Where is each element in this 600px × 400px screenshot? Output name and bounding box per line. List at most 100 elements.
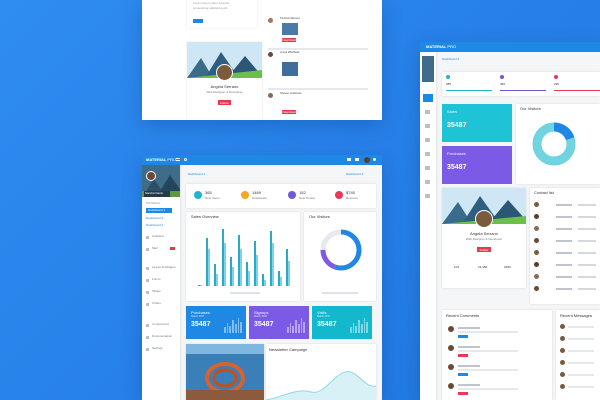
message-preview — [568, 326, 594, 328]
contact-detail — [578, 216, 596, 218]
menu-icon[interactable] — [176, 158, 180, 161]
message-action-button[interactable]: Download — [282, 110, 296, 114]
profile-stat: 2369 — [504, 265, 511, 269]
comment-author — [458, 327, 480, 329]
sidebar-item[interactable]: Charts — [146, 302, 161, 306]
contact-avatar — [534, 226, 539, 231]
contact-name — [556, 252, 572, 254]
profile-card: Lorem ipsum dolor sit amet consectetur a… — [187, 0, 257, 28]
contact-name — [556, 276, 572, 278]
purchases-card: Purchases 35487 — [442, 146, 512, 184]
comment-status-badge[interactable] — [458, 392, 468, 395]
profile-stat: 102 — [454, 265, 460, 269]
message-image — [282, 23, 298, 35]
stat-progress — [554, 90, 600, 91]
bell-icon[interactable] — [355, 158, 359, 161]
sales-bar — [200, 284, 202, 286]
brand-logo: MATERIAL PRO — [146, 157, 177, 162]
comment-avatar — [448, 326, 454, 332]
sidebar-item[interactable]: Documentation — [146, 335, 172, 339]
stat-label: Revenue — [346, 196, 359, 200]
mail-icon[interactable] — [347, 158, 351, 161]
sales-card: Sales 35487 — [442, 104, 512, 142]
stat-card-visits: Visits March 2017 35487 — [312, 306, 372, 339]
contact-list-title: Contact list — [534, 190, 554, 195]
sidebar-item[interactable]: Mail — [146, 247, 158, 251]
sales-bar — [256, 255, 258, 286]
dashboard-icon[interactable] — [423, 94, 433, 102]
search-icon[interactable] — [184, 158, 187, 161]
sidebar-item-active[interactable]: Dashboard 1 — [146, 208, 172, 213]
follow-button[interactable]: Follow — [477, 247, 491, 252]
nav-icon[interactable] — [425, 124, 430, 128]
profile-action-button[interactable] — [193, 19, 203, 23]
sales-value: 35487 — [447, 122, 467, 129]
comment-status-badge[interactable] — [458, 354, 468, 357]
sidebar-item[interactable]: Dashboard 2 — [146, 217, 163, 221]
follow-button[interactable]: Follow — [218, 100, 231, 105]
message-image — [282, 62, 298, 76]
message-avatar — [560, 384, 565, 389]
sidebar-user-name[interactable]: Sandra Davis — [144, 191, 170, 197]
sidebar-item[interactable]: Tables — [146, 290, 161, 294]
user-avatar[interactable] — [364, 157, 370, 163]
main-dashboard-window: MATERIAL PRO Sandra Davis MATERIAL Dashb… — [142, 155, 382, 400]
mini-bar-chart — [350, 317, 369, 333]
profile-card: Angela Serrano Web Designer & Developer … — [442, 188, 526, 288]
sales-bar — [288, 261, 290, 286]
profile-role: Web Designer & Developer — [465, 237, 503, 241]
featured-profile-card: Angela Serrano Web Designer & Developer … — [187, 42, 262, 120]
download-icon — [241, 191, 249, 199]
sidebar-item[interactable]: Layout & Widgets — [146, 266, 176, 270]
comment-status-badge[interactable] — [458, 373, 468, 376]
message-avatar — [560, 348, 565, 353]
comment-text — [458, 350, 518, 352]
nav-icon[interactable] — [425, 110, 430, 114]
sidebar-item[interactable]: Settings — [146, 347, 163, 351]
nav-icon[interactable] — [425, 138, 430, 142]
sidebar-item[interactable]: Forms — [146, 278, 161, 282]
settings-icon[interactable] — [373, 158, 376, 161]
sidebar: Sandra Davis MATERIAL Dashboard 1 Dashbo… — [142, 165, 180, 400]
comment-avatar — [448, 345, 454, 351]
sales-bar — [208, 248, 210, 286]
sidebar-item[interactable]: Components — [146, 323, 169, 327]
sidebar-avatar — [422, 56, 434, 82]
message-preview — [568, 350, 594, 352]
avatar — [475, 210, 493, 228]
newsletter-card: Newsletter Campaign — [266, 344, 376, 400]
message-name: Steven Andrews — [280, 91, 302, 95]
contact-detail — [578, 252, 596, 254]
mini-bar-chart — [287, 317, 306, 333]
sidebar-item[interactable]: Analytics — [146, 235, 164, 239]
contact-avatar — [534, 250, 539, 255]
sales-bar — [280, 276, 282, 286]
message-avatar — [560, 324, 565, 329]
comment-status-badge[interactable] — [458, 335, 468, 338]
rope-photo — [186, 344, 264, 400]
sales-overview-title: Sales Overview — [191, 214, 219, 219]
stat-icon — [446, 75, 450, 79]
contact-avatar — [534, 262, 539, 267]
users-icon — [194, 191, 202, 199]
stat-label: Downloads — [252, 196, 267, 200]
visitors-card: Our Visitors — [304, 212, 376, 301]
divider — [268, 48, 368, 50]
nav-icon[interactable] — [425, 152, 430, 156]
nav-icon[interactable] — [425, 180, 430, 184]
stats-strip: 285 356 235 — [442, 72, 600, 96]
nav-icon[interactable] — [425, 166, 430, 170]
nav-icon[interactable] — [425, 194, 430, 198]
sales-bar — [232, 267, 234, 286]
top-navbar: MATERIAL PRO — [142, 155, 382, 165]
chart-legend — [322, 292, 358, 294]
stat-label: New Users — [205, 196, 220, 200]
visitors-title: Our Visitors — [309, 214, 330, 219]
avatar — [268, 18, 273, 23]
newsletter-area-chart — [266, 371, 376, 400]
visitors-donut-chart — [320, 229, 362, 271]
sidebar-item[interactable]: Dashboard 3 — [146, 224, 163, 228]
message-action-button[interactable]: Download — [282, 38, 296, 42]
stat-icon — [500, 75, 504, 79]
visitors-card: Our Visitors — [516, 104, 600, 184]
